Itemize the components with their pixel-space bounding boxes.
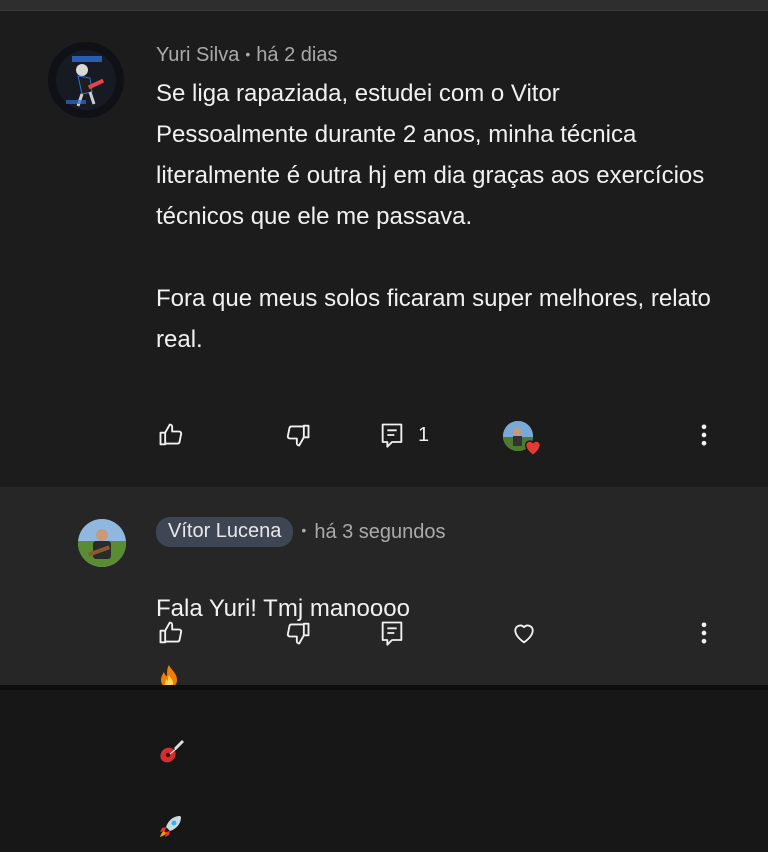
reply-icon[interactable] <box>376 419 408 451</box>
reply-meta: Vítor Lucena • há 3 segundos <box>156 517 446 547</box>
top-divider-bar <box>0 0 768 11</box>
comment-time[interactable]: há 2 dias <box>256 44 337 66</box>
meta-separator: • <box>301 522 307 538</box>
avatar[interactable] <box>78 519 126 567</box>
more-vertical-icon[interactable] <box>688 617 720 649</box>
reply-time[interactable]: há 3 segundos <box>314 521 445 544</box>
reply-comment: Vítor Lucena • há 3 segundos Fala Yuri! Tm… <box>0 487 768 837</box>
reply-text-row: Fala Yuri! Tmj manoooo <box>156 555 716 852</box>
guitar-emoji-icon <box>156 702 186 777</box>
thumbs-up-icon[interactable] <box>155 419 187 451</box>
creator-heart-icon <box>503 421 543 459</box>
heart-badge-icon <box>524 440 542 457</box>
heart-outline-icon[interactable] <box>508 617 540 649</box>
comment-actions: 1 <box>0 419 768 459</box>
thumbs-up-icon[interactable] <box>155 617 187 649</box>
comment-author[interactable]: Yuri Silva <box>156 44 239 66</box>
reply-author-chip[interactable]: Vítor Lucena <box>156 517 294 547</box>
comment-thread: Yuri Silva • há 2 dias Se liga rapaziada, … <box>0 11 768 487</box>
rocket-emoji-icon <box>156 777 184 852</box>
avatar-image <box>48 42 124 118</box>
comment-meta: Yuri Silva • há 2 dias <box>156 44 337 67</box>
meta-separator: • <box>245 46 251 62</box>
reply-count[interactable]: 1 <box>418 424 429 447</box>
thumbs-down-icon[interactable] <box>282 617 314 649</box>
thumbs-down-icon[interactable] <box>282 419 314 451</box>
comment-text: Se liga rapaziada, estudei com o Vitor P… <box>156 80 711 353</box>
more-vertical-icon[interactable] <box>688 419 720 451</box>
reply-actions <box>0 617 768 657</box>
avatar[interactable] <box>48 42 124 118</box>
reply-icon[interactable] <box>376 617 408 649</box>
avatar-image <box>78 519 126 567</box>
bottom-divider-bar <box>0 685 768 690</box>
